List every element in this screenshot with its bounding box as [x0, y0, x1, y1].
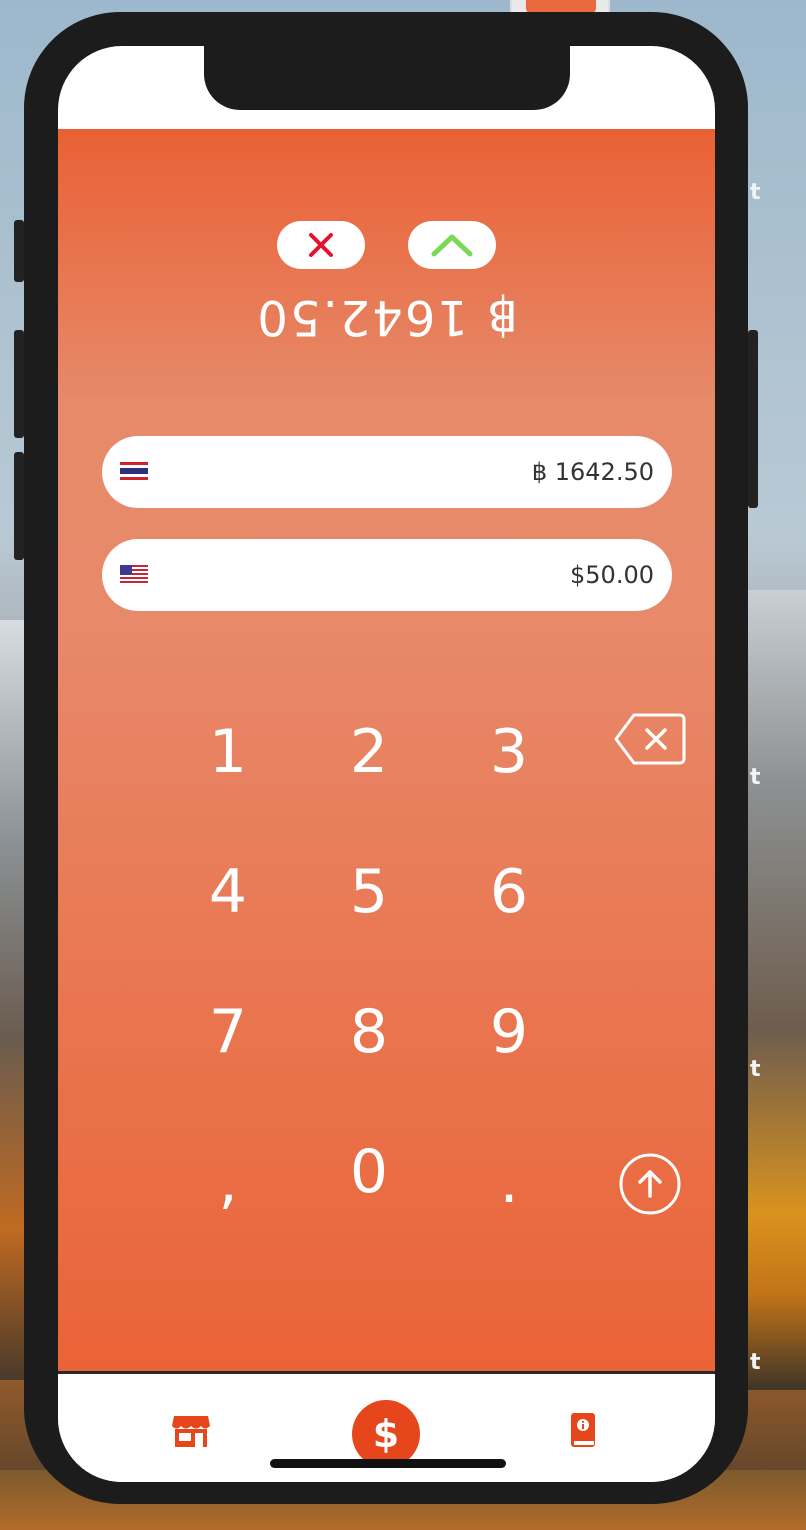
backspace-icon	[614, 713, 686, 765]
key-5[interactable]: 5	[319, 842, 419, 942]
key-7[interactable]: 7	[178, 982, 278, 1082]
key-6[interactable]: 6	[459, 842, 559, 942]
store-icon	[172, 1416, 210, 1447]
cancel-button[interactable]	[277, 221, 365, 269]
key-comma[interactable]: ,	[178, 1132, 278, 1232]
chevron-up-icon	[431, 234, 473, 257]
thb-amount-field[interactable]: ฿ 1642.50	[102, 436, 672, 508]
info-book-icon	[571, 1413, 595, 1447]
phone-screen: ฿ 1642.50 ฿ 1642.50 $50.00 1 2 3 4 5 6 7…	[58, 46, 715, 1482]
thailand-flag-icon	[120, 462, 148, 480]
key-1[interactable]: 1	[178, 702, 278, 802]
key-0[interactable]: 0	[319, 1122, 419, 1222]
tab-bar: $	[58, 1371, 715, 1482]
key-2[interactable]: 2	[319, 702, 419, 802]
key-decimal[interactable]: .	[459, 1132, 559, 1232]
usd-amount-field[interactable]: $50.00	[102, 539, 672, 611]
mute-switch	[14, 220, 24, 282]
phone-frame: ฿ 1642.50 ฿ 1642.50 $50.00 1 2 3 4 5 6 7…	[14, 12, 758, 1504]
converter-panel: ฿ 1642.50 ฿ 1642.50 $50.00 1 2 3 4 5 6 7…	[58, 129, 715, 1371]
volume-down-button	[14, 452, 24, 560]
confirm-button[interactable]	[408, 221, 496, 269]
backspace-button[interactable]	[614, 712, 686, 766]
key-9[interactable]: 9	[459, 982, 559, 1082]
tab-converter[interactable]: $	[352, 1400, 420, 1468]
notch	[204, 46, 570, 110]
desktop-icon-label: t	[750, 1057, 761, 1082]
tab-info[interactable]	[570, 1412, 596, 1448]
close-icon	[309, 233, 333, 257]
usd-amount-value: $50.00	[570, 561, 654, 589]
desktop-icon-label: t	[750, 180, 761, 205]
submit-button[interactable]	[618, 1152, 682, 1216]
usa-flag-icon	[120, 565, 148, 583]
arrow-up-circle-icon	[619, 1153, 681, 1215]
converted-amount-display: ฿ 1642.50	[255, 289, 518, 345]
thb-amount-value: ฿ 1642.50	[531, 458, 654, 486]
tab-store[interactable]	[171, 1414, 211, 1448]
desktop-icon-label: t	[750, 1350, 761, 1375]
home-indicator	[270, 1459, 506, 1468]
dollar-icon: $	[372, 1412, 400, 1456]
volume-up-button	[14, 330, 24, 438]
desktop-icon-label: t	[750, 765, 761, 790]
power-button	[748, 330, 758, 508]
key-4[interactable]: 4	[178, 842, 278, 942]
key-3[interactable]: 3	[459, 702, 559, 802]
key-8[interactable]: 8	[319, 982, 419, 1082]
